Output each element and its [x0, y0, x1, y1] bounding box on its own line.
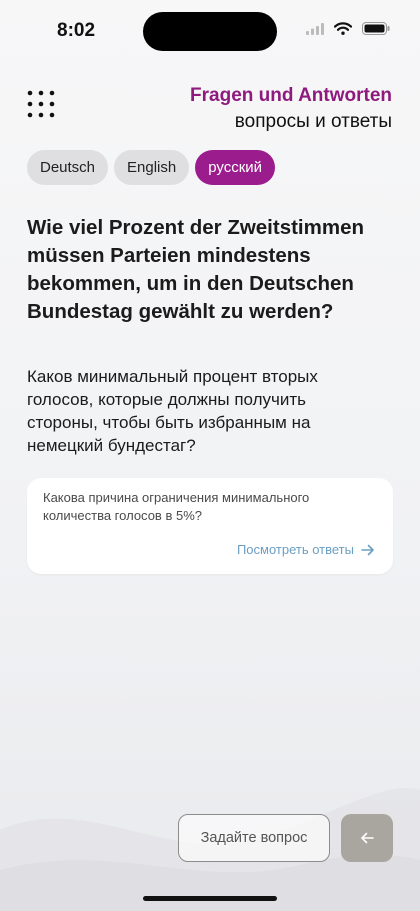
back-button[interactable]	[341, 814, 393, 862]
view-answers-link[interactable]: Посмотреть ответы	[237, 542, 375, 557]
tab-language-deutsch[interactable]: Deutsch	[27, 150, 109, 185]
app-brand: Fragen und Antworten вопросы и ответы	[190, 85, 392, 134]
grid-menu-button[interactable]	[26, 89, 56, 119]
question-russian: Каков минимальный процент вторых голосов…	[27, 367, 318, 455]
status-time: 8:02	[57, 20, 96, 41]
home-indicator[interactable]	[143, 896, 277, 901]
cellular-signal-icon	[306, 22, 324, 35]
arrow-right-icon	[361, 544, 374, 555]
dynamic-island	[143, 12, 277, 51]
status-bar: 8:02	[0, 0, 420, 60]
battery-icon	[362, 22, 390, 35]
question-german: Wie viel Prozent der Zweitstimmen müssen…	[27, 216, 365, 323]
app-subtitle: вопросы и ответы	[234, 111, 392, 132]
app-title: Fragen und Antworten	[190, 85, 392, 106]
ask-question-button[interactable]: Задайте вопрос	[178, 814, 330, 862]
language-tabs: Deutsch English русский	[27, 150, 276, 185]
tab-language-english[interactable]: English	[114, 150, 190, 185]
wifi-icon	[334, 22, 352, 35]
grid-menu-icon	[27, 90, 55, 118]
related-question-text: Какова причина ограничения минимального …	[43, 490, 310, 523]
status-icons	[306, 22, 390, 35]
view-answers-label: Посмотреть ответы	[236, 542, 354, 557]
related-question-card[interactable]: Какова причина ограничения минимального …	[27, 478, 393, 574]
tab-language-russian[interactable]: русский	[195, 150, 276, 185]
arrow-left-icon	[361, 832, 374, 844]
